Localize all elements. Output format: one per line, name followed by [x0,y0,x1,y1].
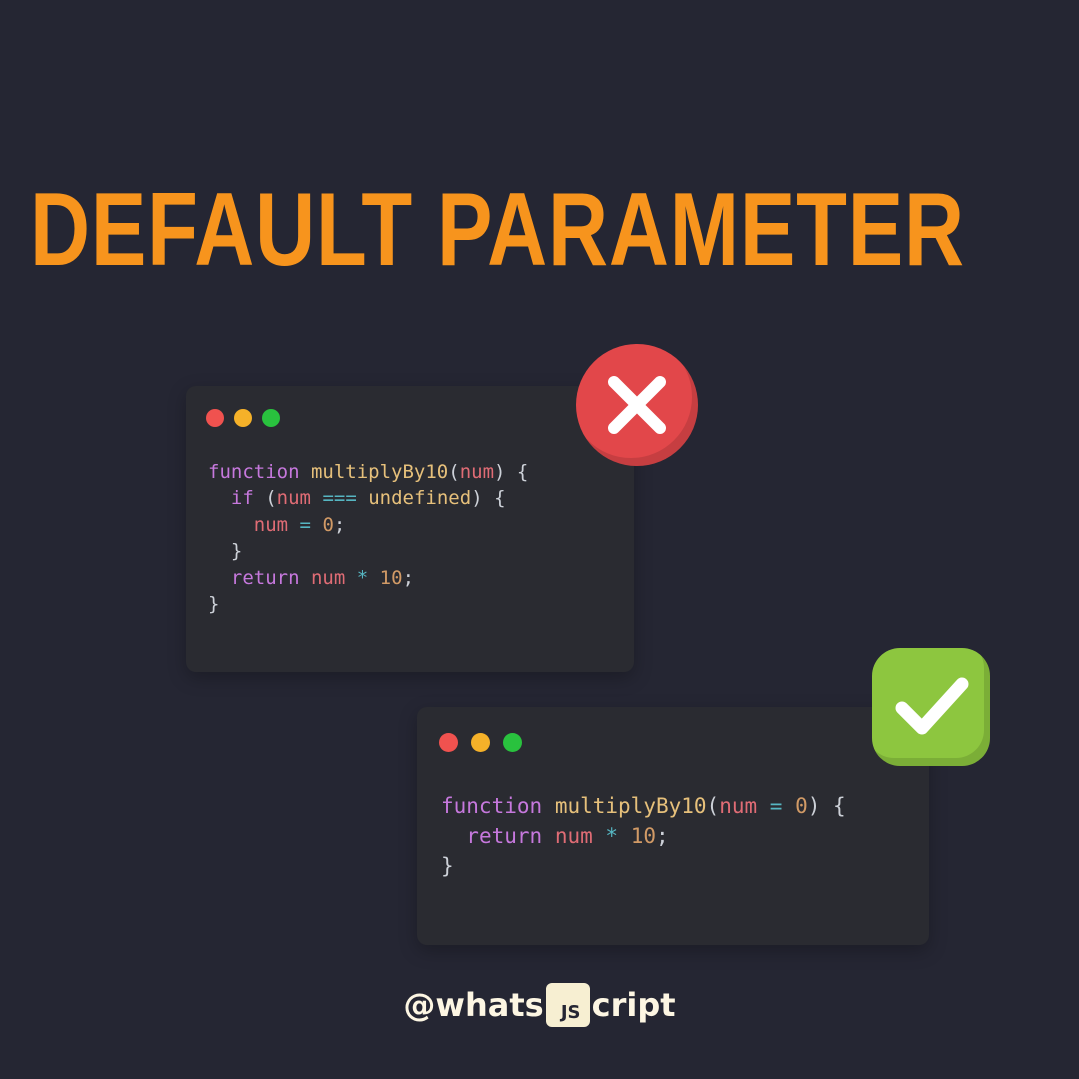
code-line: } [208,593,219,615]
code-token: undefined [368,487,472,510]
code-token: return [466,824,543,848]
author-handle: @whats JS cript [0,983,1079,1027]
code-token: ; [656,824,669,848]
code-token: = [299,513,311,536]
code-line: return num * 10; [441,824,669,848]
code-token: ; [402,566,415,589]
code-token: multiplyBy10 [310,461,449,483]
code-token: function [208,461,300,483]
code-token: ( [706,794,720,818]
code-token: return [230,566,300,589]
code-token: function [441,794,543,818]
code-token: ( [253,487,277,510]
page-title: DEFAULT PARAMETER [30,172,965,288]
code-block-incorrect: function multiplyBy10(num) { if (num ===… [208,459,528,617]
code-line: if (num === undefined) { [208,487,506,509]
code-line: function multiplyBy10(num = 0) { [441,794,846,818]
code-line: } [441,854,454,878]
code-block-correct: function multiplyBy10(num = 0) { return … [441,791,846,881]
maximize-dot [503,733,522,752]
window-controls [439,733,522,752]
close-dot [206,409,224,427]
code-token: } [441,854,454,878]
code-line: } [208,540,242,562]
code-token: num [310,566,346,589]
code-token: ; [333,513,346,536]
code-line: function multiplyBy10(num) { [208,461,528,483]
js-logo: JS [545,983,590,1027]
code-token: multiplyBy10 [554,794,707,818]
code-token: = [769,794,783,818]
minimize-dot [471,733,490,752]
code-token: num [276,487,311,510]
code-window-correct: function multiplyBy10(num = 0) { return … [417,707,929,945]
code-token: * [356,566,369,589]
code-token: ) { [471,487,506,510]
code-line: return num * 10; [208,567,414,589]
code-token: ) { [807,794,846,818]
minimize-dot [234,409,252,427]
handle-prefix: @whats [403,986,544,1024]
close-icon [576,344,698,466]
code-token: === [322,487,357,510]
code-token: num [554,824,593,848]
maximize-dot [262,409,280,427]
checkmark-icon [872,648,990,766]
code-token: if [230,487,254,510]
code-token: 0 [795,794,808,818]
code-token: * [605,824,619,848]
code-token: ( [448,461,460,483]
handle-suffix: cript [591,986,676,1024]
code-token: } [208,593,220,616]
code-token: 0 [322,513,334,536]
code-token: ) { [494,461,529,483]
code-line: num = 0; [208,513,346,536]
code-token: } [208,540,243,563]
close-dot [439,733,458,752]
code-token: num [719,794,758,818]
code-token: num [459,461,495,483]
code-window-incorrect: function multiplyBy10(num) { if (num ===… [186,386,634,672]
code-token: num [253,513,289,536]
code-token: 10 [630,824,657,848]
code-token: 10 [379,566,403,589]
window-controls [206,409,280,427]
